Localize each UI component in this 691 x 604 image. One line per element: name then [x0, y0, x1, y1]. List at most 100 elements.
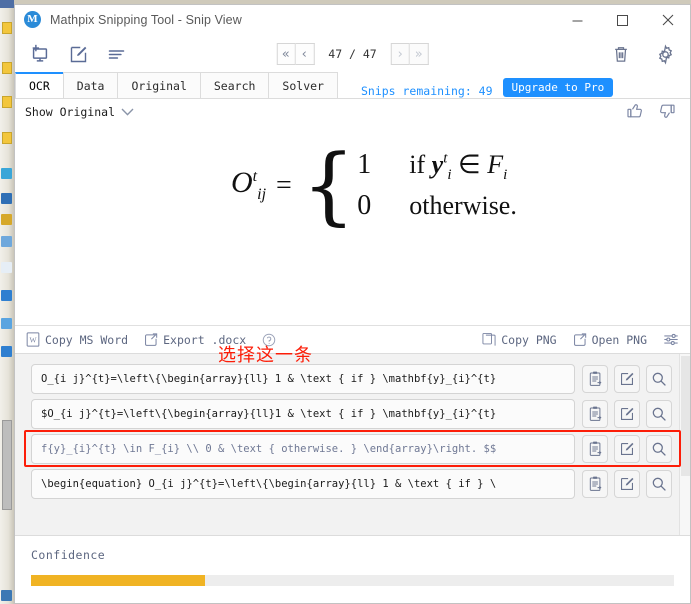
minimize-icon — [572, 20, 583, 21]
sliders-icon[interactable] — [663, 332, 679, 347]
background-tab — [2, 96, 12, 108]
latex-result-text[interactable]: O_{i j}^{t}=\left\{\begin{array}{ll} 1 &… — [31, 364, 575, 394]
confidence-label: Confidence — [31, 548, 106, 562]
formula-case1-if: if — [409, 150, 426, 179]
search-magnifier-icon[interactable] — [646, 435, 672, 463]
background-desktop-icon — [1, 262, 12, 273]
minimize-button[interactable] — [555, 5, 600, 35]
copy-ms-word-button[interactable]: W Copy MS Word — [26, 332, 128, 347]
copy-clipboard-icon[interactable] — [582, 435, 608, 463]
first-page-button[interactable]: « — [276, 43, 296, 65]
ocr-results-list: O_{i j}^{t}=\left\{\begin{array}{ll} 1 &… — [15, 364, 690, 499]
background-desktop-icon — [1, 236, 12, 247]
list-view-icon[interactable] — [101, 39, 131, 69]
copy-png-button[interactable]: Copy PNG — [482, 332, 557, 347]
search-magnifier-icon[interactable] — [646, 365, 672, 393]
background-desktop-icon — [1, 346, 12, 357]
confidence-panel: Confidence — [15, 535, 690, 603]
tab-search[interactable]: Search — [199, 72, 270, 98]
edit-snip-icon[interactable] — [63, 39, 93, 69]
chevron-down-icon[interactable] — [121, 108, 134, 116]
show-original-row: Show Original — [15, 99, 690, 125]
table-row[interactable]: O_{i j}^{t}=\left\{\begin{array}{ll} 1 &… — [31, 364, 672, 394]
window-title: Mathpix Snipping Tool - Snip View — [50, 12, 242, 27]
maximize-button[interactable] — [600, 5, 645, 35]
background-desktop-icon — [1, 590, 12, 601]
formula-case2-condition: otherwise. — [409, 191, 517, 220]
results-scrollbar[interactable] — [679, 354, 690, 535]
tab-ocr[interactable]: OCR — [15, 72, 64, 98]
results-scrollbar-thumb[interactable] — [681, 356, 690, 476]
next-page-button[interactable]: › — [390, 43, 410, 65]
tab-data[interactable]: Data — [62, 72, 119, 98]
latex-result-text[interactable]: $O_{i j}^{t}=\left\{\begin{array}{ll}1 &… — [31, 399, 575, 429]
table-row[interactable]: \begin{equation} O_{i j}^{t}=\left\{\beg… — [31, 469, 672, 499]
tab-original[interactable]: Original — [117, 72, 201, 98]
maximize-icon — [617, 14, 628, 26]
background-desktop-icon — [1, 168, 12, 179]
export-bar: W Copy MS Word Export .docx Copy PNG Ope… — [15, 325, 690, 353]
formula-case1-in: ∈ — [458, 150, 481, 179]
copy-clipboard-icon[interactable] — [582, 400, 608, 428]
background-window-strip — [0, 0, 14, 604]
background-tab — [2, 22, 12, 34]
pager-next-group: › » — [390, 43, 429, 65]
thumbs-down-icon[interactable] — [657, 101, 677, 121]
app-logo-icon: M — [24, 11, 41, 28]
app-logo-letter: M — [27, 13, 38, 25]
gear-icon[interactable] — [650, 39, 680, 69]
confidence-track — [31, 575, 674, 586]
open-png-button[interactable]: Open PNG — [573, 332, 647, 347]
tab-solver[interactable]: Solver — [268, 72, 338, 98]
formula-case-1: 1 if yti ∈ Fi — [357, 149, 517, 184]
table-row[interactable]: f{y}_{i}^{t} \in F_{i} \\ 0 & \text { ot… — [31, 434, 672, 464]
new-snip-icon[interactable] — [25, 39, 55, 69]
trash-icon[interactable] — [606, 39, 636, 69]
open-png-label: Open PNG — [591, 332, 647, 347]
edit-pencil-icon[interactable] — [614, 400, 640, 428]
mathpix-snip-view-window: M Mathpix Snipping Tool - Snip View « ‹ … — [14, 4, 691, 604]
formula-equals: = — [276, 169, 292, 201]
rendered-formula: Otij = { 1 if yti ∈ Fi 0 otherwise. — [231, 136, 517, 235]
copy-page-icon — [482, 332, 496, 347]
formula-brace: { — [301, 136, 356, 235]
background-titlebar — [0, 0, 14, 8]
toolbar-left-group — [25, 39, 131, 69]
formula-case1-f: F — [487, 150, 504, 179]
thumbs-up-icon[interactable] — [625, 101, 645, 121]
window-controls — [555, 5, 690, 35]
formula-lhs-sup: t — [252, 168, 258, 186]
formula-case1-y-sup: t — [443, 150, 448, 167]
row-actions — [582, 400, 672, 428]
search-magnifier-icon[interactable] — [646, 400, 672, 428]
edit-pencil-icon[interactable] — [614, 435, 640, 463]
search-magnifier-icon[interactable] — [646, 470, 672, 498]
background-tab — [2, 62, 12, 74]
pagination-controls: « ‹ 47 / 47 › » — [276, 43, 429, 65]
copy-ms-word-label: Copy MS Word — [45, 332, 129, 347]
last-page-button[interactable]: » — [409, 43, 429, 65]
copy-clipboard-icon[interactable] — [582, 470, 608, 498]
close-icon — [662, 14, 673, 26]
formula-case-2: 0 otherwise. — [357, 190, 517, 222]
table-row[interactable]: $O_{i j}^{t}=\left\{\begin{array}{ll}1 &… — [31, 399, 672, 429]
edit-pencil-icon[interactable] — [614, 365, 640, 393]
titlebar: M Mathpix Snipping Tool - Snip View — [15, 5, 690, 35]
snips-remaining-label: Snips remaining: 49 — [360, 84, 493, 98]
edit-pencil-icon[interactable] — [614, 470, 640, 498]
pager-prev-group: « ‹ — [276, 43, 315, 65]
main-toolbar: « ‹ 47 / 47 › » — [15, 35, 690, 73]
latex-result-text[interactable]: f{y}_{i}^{t} \in F_{i} \\ 0 & \text { ot… — [31, 434, 575, 464]
prev-page-button[interactable]: ‹ — [295, 43, 315, 65]
upgrade-to-pro-button[interactable]: Upgrade to Pro — [502, 78, 614, 97]
formula-lhs-base: O — [231, 166, 253, 200]
latex-result-text[interactable]: \begin{equation} O_{i j}^{t}=\left\{\beg… — [31, 469, 575, 499]
page-indicator: 47 / 47 — [328, 47, 377, 61]
copy-clipboard-icon[interactable] — [582, 365, 608, 393]
close-button[interactable] — [645, 5, 690, 35]
confidence-fill — [31, 575, 205, 586]
row-actions — [582, 470, 672, 498]
feedback-group — [625, 101, 677, 121]
show-original-label[interactable]: Show Original — [25, 105, 115, 119]
background-desktop-icon — [1, 290, 12, 301]
